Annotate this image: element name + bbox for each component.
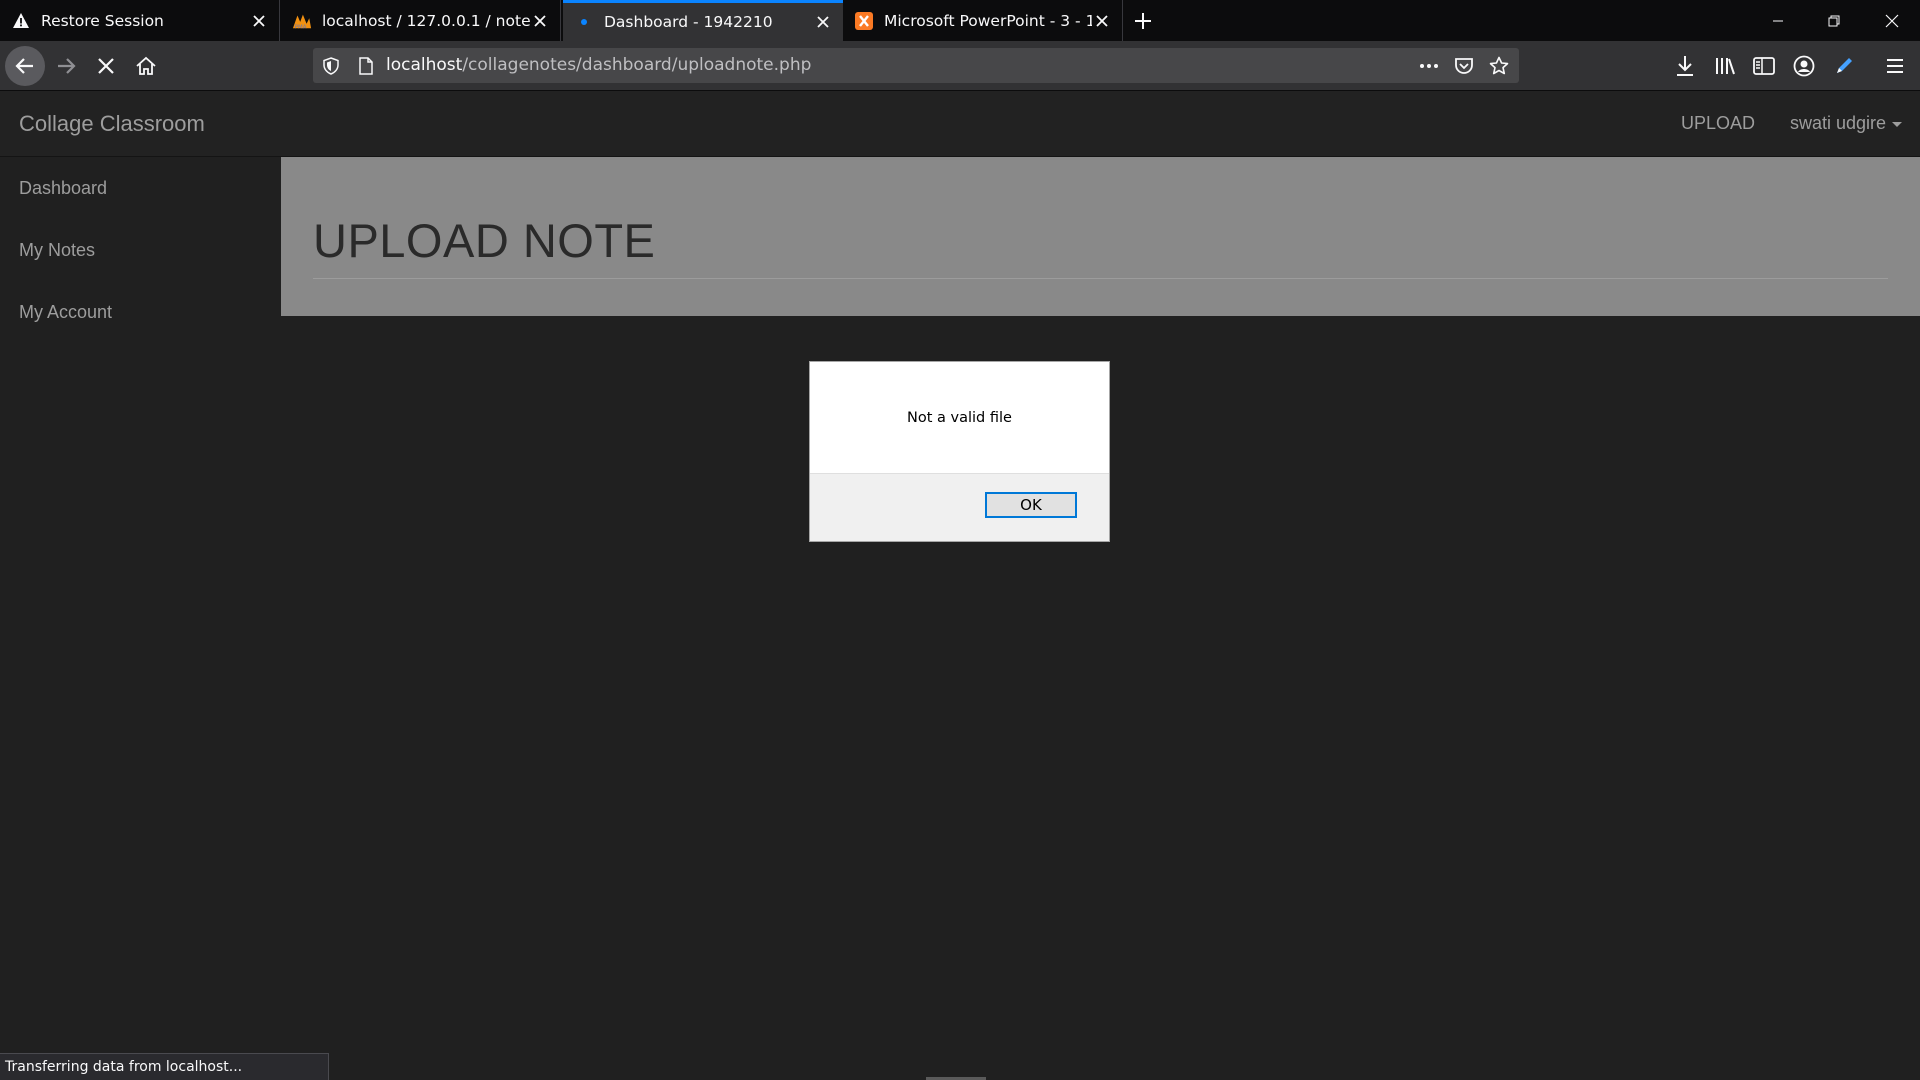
url-bar[interactable]: localhost/collagenotes/dashboard/uploadn… — [313, 48, 1519, 83]
library-icon[interactable] — [1712, 53, 1738, 79]
page-title: UPLOAD NOTE — [313, 214, 656, 267]
new-tab-button[interactable] — [1130, 8, 1156, 34]
caret-down-icon — [1892, 121, 1903, 127]
bookmark-star-icon[interactable] — [1489, 56, 1509, 76]
close-icon — [1885, 14, 1899, 27]
plus-icon — [1135, 13, 1151, 29]
close-tab-icon[interactable] — [813, 12, 833, 32]
download-icon[interactable] — [1672, 53, 1698, 79]
tab-title: Dashboard - 1942210 — [604, 13, 773, 31]
close-tab-icon[interactable] — [249, 11, 269, 31]
close-tab-icon[interactable] — [530, 11, 550, 31]
url-text[interactable]: localhost/collagenotes/dashboard/uploadn… — [386, 48, 811, 83]
home-icon — [136, 56, 156, 75]
arrow-left-icon — [15, 58, 33, 74]
tab-dashboard[interactable]: Dashboard - 1942210 — [563, 0, 843, 41]
tab-powerpoint[interactable]: Microsoft PowerPoint - 3 - 1369 — [843, 0, 1123, 41]
close-window-button[interactable] — [1864, 0, 1920, 41]
home-button[interactable] — [126, 46, 166, 86]
user-name: swati udgire — [1790, 113, 1887, 133]
nav-toolbar: localhost/collagenotes/dashboard/uploadn… — [0, 41, 1920, 91]
tab-title: Restore Session — [41, 11, 164, 30]
tab-strip: Restore Session PMA localhost / 127.0.0.… — [0, 0, 1920, 41]
ok-button[interactable]: OK — [985, 492, 1077, 518]
tab-phpmyadmin[interactable]: PMA localhost / 127.0.0.1 / notes | ph — [281, 0, 561, 41]
brand-link[interactable]: Collage Classroom — [19, 91, 205, 156]
stop-button[interactable] — [86, 46, 126, 86]
svg-text:PMA: PMA — [295, 24, 307, 30]
url-path: /collagenotes/dashboard/uploadnote.php — [462, 55, 812, 75]
sidebar-icon[interactable] — [1751, 53, 1777, 79]
url-host: localhost — [386, 55, 463, 75]
more-actions-icon[interactable] — [1419, 56, 1439, 76]
tab-restore-session[interactable]: Restore Session — [0, 0, 280, 41]
dialog-footer: OK — [810, 473, 1109, 541]
shield-icon[interactable] — [321, 56, 341, 76]
hamburger-menu-icon[interactable] — [1882, 53, 1908, 79]
minimize-icon — [1773, 20, 1783, 21]
arrow-right-icon — [58, 58, 76, 74]
back-button[interactable] — [5, 46, 45, 86]
phpmyadmin-icon: PMA — [292, 11, 312, 31]
upload-link[interactable]: UPLOAD — [1681, 91, 1755, 156]
sidebar-item-my-notes[interactable]: My Notes — [0, 219, 280, 281]
sidebar-item-dashboard[interactable]: Dashboard — [0, 157, 280, 219]
pocket-icon[interactable] — [1454, 56, 1474, 76]
divider — [313, 278, 1888, 279]
sidebar-item-my-account[interactable]: My Account — [0, 281, 280, 343]
user-menu[interactable]: swati udgire — [1790, 91, 1903, 156]
close-tab-icon[interactable] — [1092, 11, 1112, 31]
restore-icon — [1828, 15, 1840, 26]
page-info-icon[interactable] — [356, 56, 376, 76]
xampp-icon — [854, 11, 874, 31]
stop-icon — [98, 58, 114, 74]
tab-title: Microsoft PowerPoint - 3 - 1369 — [884, 11, 1092, 30]
loading-dot-icon — [574, 12, 594, 32]
alert-dialog: Not a valid file OK — [809, 361, 1110, 542]
app-header: Collage Classroom UPLOAD swati udgire — [0, 91, 1920, 157]
dialog-message: Not a valid file — [907, 410, 1012, 426]
tab-title: localhost / 127.0.0.1 / notes | ph — [322, 11, 530, 30]
extension-pen-icon[interactable] — [1831, 53, 1857, 79]
forward-button[interactable] — [46, 46, 86, 86]
minimize-button[interactable] — [1750, 0, 1806, 41]
page-header-panel: UPLOAD NOTE — [281, 157, 1920, 316]
sidebar: Dashboard My Notes My Account — [0, 157, 280, 343]
warning-icon — [11, 11, 31, 31]
restore-button[interactable] — [1806, 0, 1862, 41]
status-panel: Transferring data from localhost... — [0, 1053, 329, 1080]
account-icon[interactable] — [1791, 53, 1817, 79]
